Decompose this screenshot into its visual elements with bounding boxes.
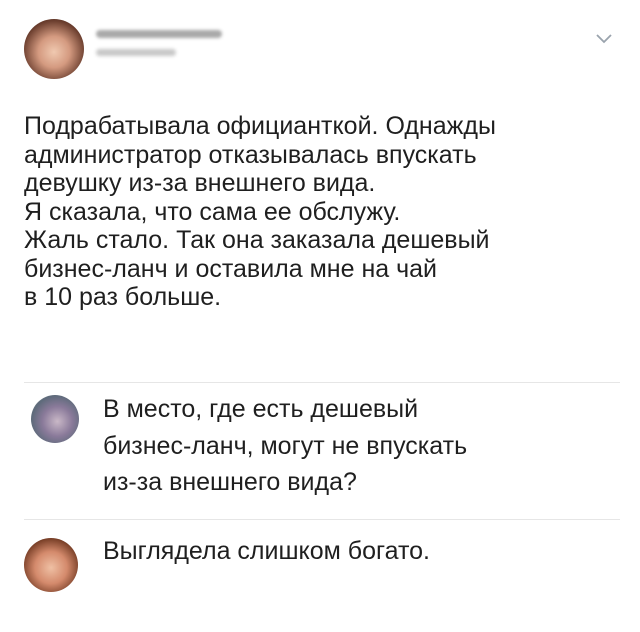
post-text: Подрабатывала официанткой. Однажды админ…	[24, 112, 496, 311]
author-avatar[interactable]	[24, 19, 84, 79]
author-handle-blurred	[96, 49, 176, 56]
chevron-down-icon[interactable]	[594, 32, 614, 46]
author-name-blurred[interactable]	[96, 30, 222, 38]
divider	[24, 519, 620, 520]
commenter-avatar[interactable]	[31, 395, 79, 443]
comment-text: Выглядела слишком богато.	[103, 537, 430, 565]
commenter-avatar[interactable]	[24, 538, 78, 592]
comment-text: В место, где есть дешевый бизнес-ланч, м…	[103, 395, 468, 496]
divider	[24, 382, 620, 383]
